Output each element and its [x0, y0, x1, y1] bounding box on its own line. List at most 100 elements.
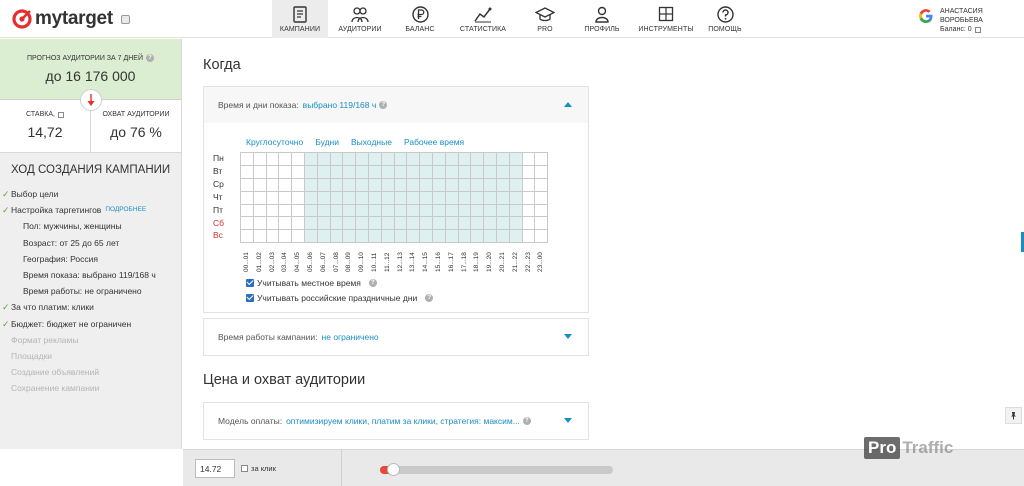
schedule-cell[interactable] [535, 217, 549, 231]
schedule-cell[interactable] [445, 165, 459, 179]
schedule-cell[interactable] [407, 230, 421, 244]
schedule-cell[interactable] [241, 165, 254, 179]
brand-logo[interactable]: mytarget [12, 8, 130, 30]
schedule-cell[interactable] [279, 230, 293, 244]
nav-help[interactable]: Помощь [700, 0, 750, 38]
schedule-preset-link[interactable]: Выходные [351, 137, 392, 147]
schedule-cell[interactable] [535, 230, 549, 244]
schedule-cell[interactable] [356, 191, 369, 205]
schedule-cell[interactable] [266, 153, 280, 166]
schedule-cell[interactable] [445, 178, 459, 192]
schedule-cell[interactable] [407, 191, 421, 205]
help-question-icon[interactable]: ? [425, 294, 434, 302]
schedule-cell[interactable] [304, 230, 318, 244]
schedule-cell[interactable] [522, 217, 536, 231]
schedule-cell[interactable] [330, 165, 344, 179]
schedule-cell[interactable] [445, 153, 459, 166]
schedule-cell[interactable] [407, 178, 421, 192]
schedule-cell[interactable] [292, 178, 305, 192]
schedule-cell[interactable] [445, 217, 459, 231]
schedule-cell[interactable] [266, 178, 280, 192]
schedule-cell[interactable] [292, 217, 305, 231]
user-account[interactable]: АНАСТАСИЯ ВОРОБЬЕВА Баланс: 0 [918, 7, 1024, 34]
runtime-header[interactable]: Время работы кампании: не ограничено [204, 319, 588, 355]
schedule-cell[interactable] [445, 230, 459, 244]
schedule-cell[interactable] [317, 204, 331, 218]
expand-caret-icon[interactable] [564, 334, 572, 339]
schedule-cell[interactable] [458, 178, 472, 192]
schedule-cell[interactable] [241, 191, 254, 205]
schedule-cell[interactable] [522, 230, 536, 244]
pin-button[interactable] [1005, 407, 1022, 424]
schedule-cell[interactable] [368, 191, 382, 205]
schedule-cell[interactable] [343, 165, 357, 179]
schedule-cell[interactable] [484, 191, 497, 205]
schedule-cell[interactable] [330, 153, 344, 166]
schedule-cell[interactable] [484, 204, 497, 218]
schedule-cell[interactable] [381, 217, 395, 231]
schedule-cell[interactable] [241, 230, 254, 244]
schedule-cell[interactable] [356, 230, 369, 244]
step-item[interactable]: Время показа: выбрано 119/168 ч [2, 267, 181, 283]
schedule-cell[interactable] [471, 165, 485, 179]
schedule-cell[interactable] [471, 178, 485, 192]
bid-slider-track[interactable] [380, 466, 613, 474]
schedule-cell[interactable] [317, 217, 331, 231]
schedule-cell[interactable] [253, 153, 267, 166]
schedule-cell[interactable] [253, 230, 267, 244]
schedule-cell[interactable] [522, 153, 536, 166]
schedule-cell[interactable] [509, 165, 523, 179]
schedule-cell[interactable] [266, 230, 280, 244]
nav-tools[interactable]: Инструменты [632, 0, 700, 38]
schedule-cell[interactable] [330, 178, 344, 192]
schedule-cell[interactable] [432, 191, 446, 205]
nav-campaigns[interactable]: Кампании [272, 0, 328, 38]
schedule-cell[interactable] [420, 230, 433, 244]
help-question-icon[interactable]: ? [379, 101, 388, 109]
schedule-cell[interactable] [535, 165, 549, 179]
schedule-cell[interactable] [292, 153, 305, 166]
schedule-cell[interactable] [368, 153, 382, 166]
schedule-cell[interactable] [317, 165, 331, 179]
schedule-cell[interactable] [484, 165, 497, 179]
schedule-cell[interactable] [292, 165, 305, 179]
schedule-cell[interactable] [458, 191, 472, 205]
schedule-cell[interactable] [420, 191, 433, 205]
schedule-cell[interactable] [343, 230, 357, 244]
schedule-cell[interactable] [317, 191, 331, 205]
bid-slider-thumb[interactable] [387, 463, 401, 476]
schedule-cell[interactable] [458, 230, 472, 244]
schedule-cell[interactable] [317, 230, 331, 244]
schedule-cell[interactable] [522, 191, 536, 205]
schedule-cell[interactable] [509, 204, 523, 218]
schedule-cell[interactable] [330, 230, 344, 244]
schedule-cell[interactable] [407, 204, 421, 218]
schedule-header[interactable]: Время и дни показа: выбрано 119/168 ч ? [204, 87, 588, 123]
schedule-cell[interactable] [471, 191, 485, 205]
schedule-cell[interactable] [253, 165, 267, 179]
schedule-cell[interactable] [368, 230, 382, 244]
schedule-cell[interactable] [407, 153, 421, 166]
schedule-preset-link[interactable]: Рабочее время [404, 137, 464, 147]
schedule-cell[interactable] [304, 178, 318, 192]
payment-model-header[interactable]: Модель оплаты: оптимизируем клики, плати… [204, 403, 588, 439]
nav-statistics[interactable]: Статистика [448, 0, 518, 38]
schedule-cell[interactable] [484, 230, 497, 244]
schedule-cell[interactable] [253, 217, 267, 231]
brand-menu-icon[interactable] [120, 14, 130, 24]
schedule-cell[interactable] [496, 204, 510, 218]
step-item[interactable]: Время работы: не ограничено [2, 283, 181, 299]
schedule-cell[interactable] [304, 217, 318, 231]
schedule-cell[interactable] [496, 230, 510, 244]
schedule-cell[interactable] [407, 165, 421, 179]
schedule-cell[interactable] [356, 204, 369, 218]
schedule-cell[interactable] [330, 191, 344, 205]
schedule-cell[interactable] [304, 204, 318, 218]
schedule-cell[interactable] [292, 191, 305, 205]
schedule-cell[interactable] [266, 204, 280, 218]
schedule-cell[interactable] [458, 217, 472, 231]
schedule-cell[interactable] [394, 178, 408, 192]
schedule-cell[interactable] [381, 230, 395, 244]
schedule-cell[interactable] [471, 217, 485, 231]
schedule-cell[interactable] [509, 217, 523, 231]
